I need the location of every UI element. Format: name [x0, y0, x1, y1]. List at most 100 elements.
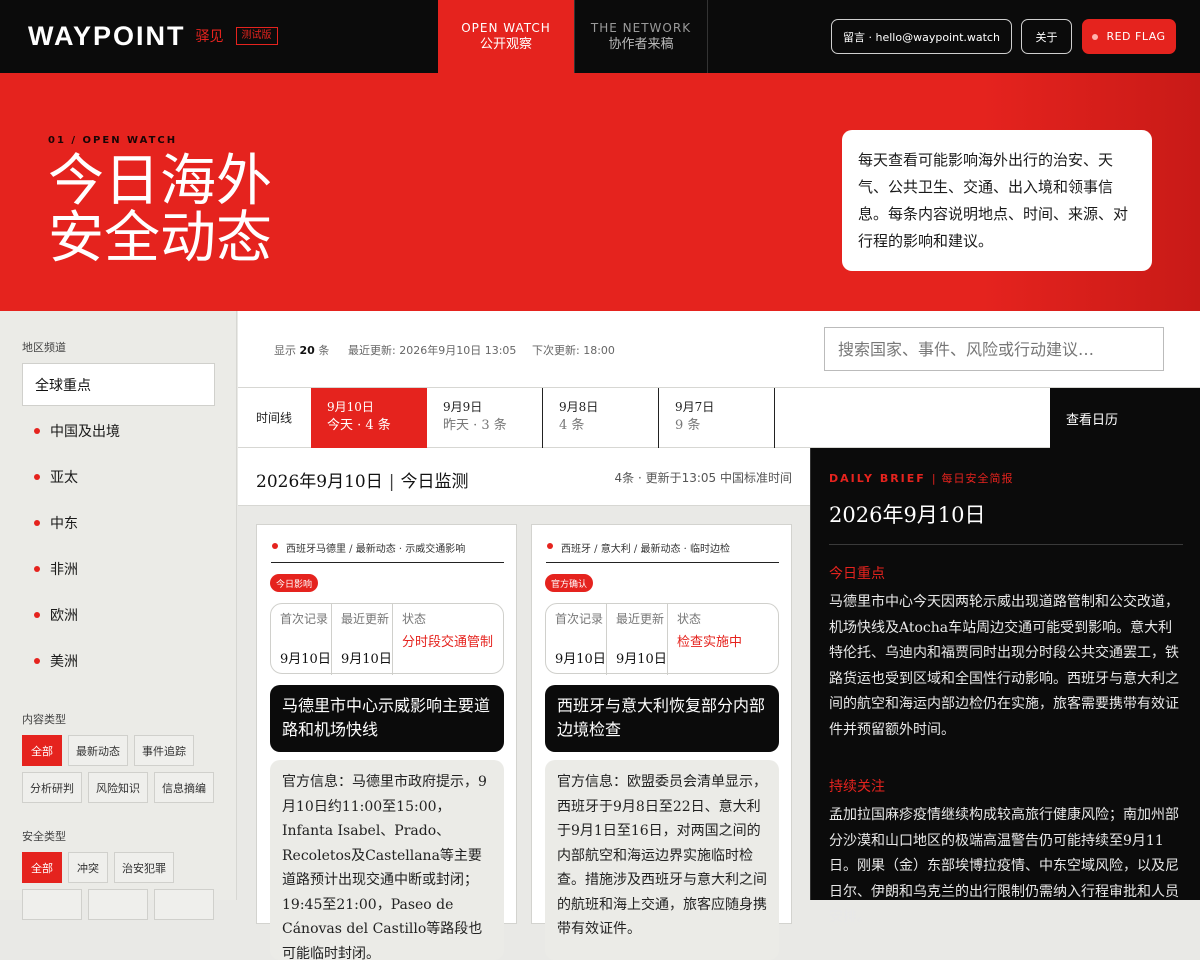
filter-chip-content[interactable]: 风险知识	[88, 772, 148, 803]
red-flag-button[interactable]: RED FLAG	[1082, 19, 1176, 54]
brand-logo[interactable]: WAYPOINT 驿见 测试版	[28, 21, 278, 51]
divider: |	[931, 471, 936, 485]
hero-title-line: 安全动态	[48, 206, 272, 271]
section-date: 2026年9月10日	[256, 472, 383, 492]
filter-chip-security[interactable]	[154, 889, 214, 920]
nav-tab-label-cn: 协作者来稿	[608, 36, 674, 52]
sidebar-item-region[interactable]: 中国及出境	[34, 421, 120, 441]
filter-chip-security[interactable]	[22, 889, 82, 920]
sidebar-item-region[interactable]: 亚太	[34, 467, 78, 487]
shown-label: 显示	[274, 344, 296, 357]
next-update-value: 18:00	[583, 344, 615, 357]
updated-label: 最近更新:	[348, 344, 396, 357]
filter-chip-content[interactable]: 分析研判	[22, 772, 82, 803]
updated-value: 2026年9月10日 13:05	[399, 344, 517, 357]
filter-chip-security-all[interactable]: 全部	[22, 852, 62, 883]
timeline-day-tab[interactable]: 9月9日 昨天 · 3 条	[427, 388, 543, 448]
main-section-header: 2026年9月10日 | 今日监测 4条 · 更新于13:05 中国标准时间	[238, 448, 810, 506]
sidebar-item-region[interactable]: 中东	[34, 513, 78, 533]
region-select[interactable]: 全球重点	[22, 363, 215, 406]
card-title[interactable]: 西班牙与意大利恢复部分内部边境检查	[545, 685, 779, 752]
stat-label: 状态	[402, 612, 427, 626]
nav-tab-the-network[interactable]: THE NETWORK 协作者来稿	[574, 0, 708, 73]
stat-label: 最近更新	[616, 612, 665, 626]
contact-button[interactable]: 留言 · hello@waypoint.watch	[831, 19, 1012, 54]
search-input[interactable]	[824, 327, 1164, 371]
brief-watch-heading: 持续关注	[829, 779, 885, 795]
stat-value: 9月10日	[280, 652, 331, 667]
brand-name-cn: 驿见	[195, 29, 224, 45]
beta-badge: 测试版	[235, 27, 278, 45]
stat-label: 首次记录	[280, 612, 329, 626]
bullet-icon	[547, 543, 553, 549]
results-toolbar: 显示 20 条 最近更新: 2026年9月10日 13:05 下次更新: 18:…	[238, 311, 1200, 388]
region-label: 非洲	[50, 562, 78, 578]
section-meta: 4条 · 更新于13:05 中国标准时间	[614, 471, 792, 485]
stat-value: 9月10日	[341, 652, 392, 667]
card-stats: 首次记录 9月10日 最近更新 9月10日 状态 分时段交通管制	[270, 603, 505, 675]
divider	[829, 544, 1183, 545]
card-body: 官方信息：马德里市政府提示，9月10日约11:00至15:00，Infanta …	[270, 760, 504, 960]
stat-value: 分时段交通管制	[402, 635, 494, 650]
next-update-label: 下次更新:	[532, 344, 580, 357]
nav-tab-open-watch[interactable]: OPEN WATCH 公开观察	[438, 0, 574, 73]
timeline-day-tab[interactable]: 9月7日 9 条	[659, 388, 775, 448]
stat-status: 状态 分时段交通管制	[392, 604, 505, 675]
card-title[interactable]: 马德里市中心示威影响主要道路和机场快线	[270, 685, 504, 752]
hero-description: 每天查看可能影响海外出行的治安、天气、公共卫生、交通、出入境和领事信息。每条内容…	[842, 130, 1152, 271]
hero-title: 今日海外 安全动态	[48, 153, 348, 267]
region-heading: 地区频道	[22, 341, 66, 354]
about-button[interactable]: 关于	[1021, 19, 1072, 54]
filter-chip-content[interactable]: 信息摘编	[154, 772, 214, 803]
shown-count-value: 20	[299, 344, 315, 357]
security-type-heading: 安全类型	[22, 830, 66, 843]
red-flag-label: RED FLAG	[1106, 30, 1166, 43]
timeline-day-tab[interactable]: 9月8日 4 条	[543, 388, 659, 448]
card-body: 官方信息：欧盟委员会清单显示，西班牙于9月8日至22日、意大利于9月1日至16日…	[545, 760, 779, 960]
sidebar-item-region[interactable]: 美洲	[34, 651, 78, 671]
shown-count: 显示 20 条	[274, 342, 329, 358]
bullet-icon	[34, 520, 40, 526]
bullet-icon	[34, 612, 40, 618]
filter-chip-security[interactable]	[88, 889, 148, 920]
bullet-icon	[34, 566, 40, 572]
section-name: 今日监测	[400, 472, 469, 492]
filter-chip-content[interactable]: 最新动态	[68, 735, 128, 766]
news-card[interactable]: 西班牙马德里 / 最新动态 · 示威交通影响 今日影响 首次记录 9月10日 最…	[256, 524, 517, 960]
brief-focus-text: 马德里市中心今天因两轮示威出现道路管制和公交改道，机场快线及Atocha车站周边…	[829, 594, 1179, 738]
nav-tab-label-en: THE NETWORK	[590, 20, 692, 35]
shown-unit: 条	[318, 344, 330, 357]
view-calendar-button[interactable]: 查看日历	[1050, 388, 1200, 448]
sidebar: 地区频道 全球重点 中国及出境 亚太 中东 非洲 欧洲 美洲 内容类型 全部 最…	[0, 311, 237, 920]
timeline-label: 时间线	[256, 411, 293, 425]
filter-chip-content-all[interactable]: 全部	[22, 735, 62, 766]
timeline-count: 9 条	[675, 418, 701, 433]
stat-status: 状态 检查实施中	[667, 604, 780, 675]
brief-kicker-en: DAILY BRIEF	[829, 471, 926, 485]
divider: |	[388, 472, 395, 492]
content-type-heading: 内容类型	[22, 713, 66, 726]
red-dot-icon	[1092, 33, 1099, 40]
nav-tab-label-en: OPEN WATCH	[461, 20, 551, 35]
daily-brief-panel: DAILY BRIEF | 每日安全简报 2026年9月10日 今日重点 马德里市中…	[810, 448, 1200, 925]
filter-chip-security[interactable]: 冲突	[68, 852, 108, 883]
sidebar-item-region[interactable]: 非洲	[34, 559, 78, 579]
filter-chip-security[interactable]: 治安犯罪	[114, 852, 174, 883]
region-label: 中东	[50, 516, 78, 532]
timeline-day-tab[interactable]: 9月10日 今天 · 4 条	[311, 388, 427, 448]
stat-first-recorded: 首次记录 9月10日	[271, 604, 331, 675]
stat-latest-update: 最近更新 9月10日	[606, 604, 667, 675]
sidebar-item-region[interactable]: 欧洲	[34, 605, 78, 625]
hero-title-line: 今日海外	[48, 149, 272, 214]
timeline-count: 4 条	[559, 418, 585, 433]
timeline-count: 今天 · 4 条	[327, 418, 391, 433]
filter-chip-content[interactable]: 事件追踪	[134, 735, 194, 766]
news-card[interactable]: 西班牙 / 意大利 / 最新动态 · 临时边检 官方确认 首次记录 9月10日 …	[531, 524, 792, 960]
timeline: 时间线 9月10日 今天 · 4 条 9月9日 昨天 · 3 条 9月8日 4 …	[238, 388, 1200, 448]
stat-label: 最近更新	[341, 612, 390, 626]
hero-banner: 01 / OPEN WATCH 今日海外 安全动态 每天查看可能影响海外出行的治…	[0, 73, 1200, 311]
last-updated: 最近更新: 2026年9月10日 13:05	[348, 342, 516, 358]
brief-kicker: DAILY BRIEF | 每日安全简报	[829, 470, 1014, 486]
card-tag: 西班牙马德里 / 最新动态 · 示威交通影响	[271, 540, 504, 563]
card-tag: 西班牙 / 意大利 / 最新动态 · 临时边检	[546, 540, 779, 563]
